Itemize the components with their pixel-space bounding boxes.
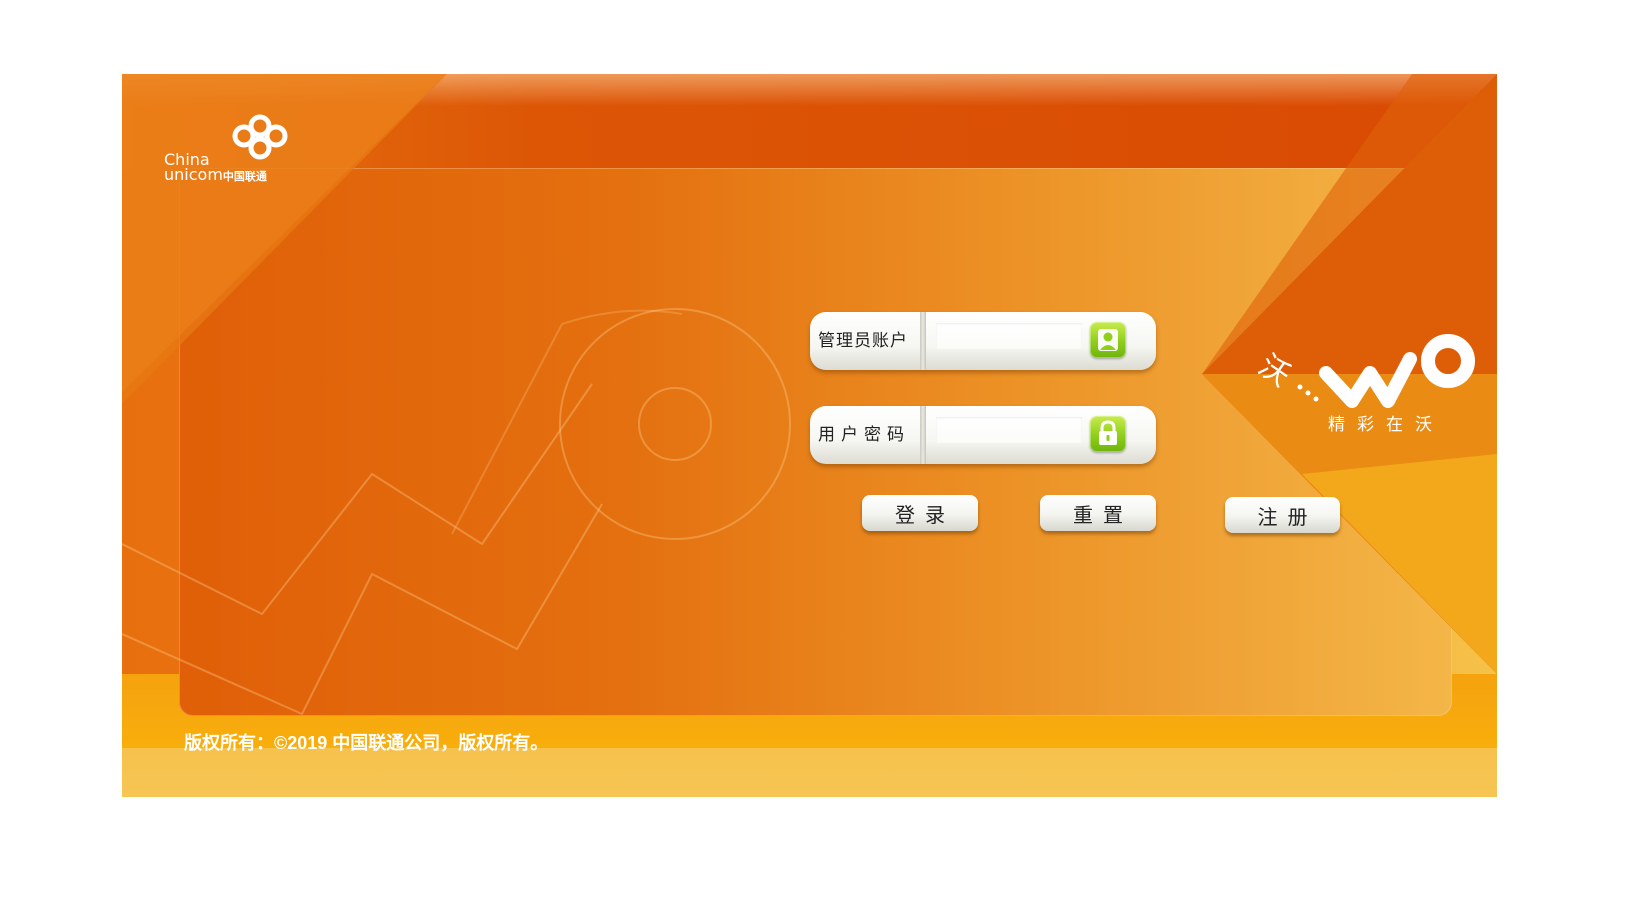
password-label: 用户密码	[818, 425, 910, 445]
password-row: 用户密码	[810, 406, 1156, 464]
user-icon	[1090, 322, 1126, 358]
wo-logo-char: 沃	[1252, 348, 1297, 394]
copyright-text: 版权所有：©2019 中国联通公司，版权所有。	[184, 733, 549, 753]
login-frame: China unicom中国联通 沃 精彩在沃 管理员账户 用户密码 登录 重置…	[122, 74, 1497, 797]
logo-text: China unicom中国联通	[164, 152, 267, 184]
logo-en-line2: unicom中国联通	[164, 165, 267, 184]
password-input[interactable]	[936, 417, 1082, 443]
register-button[interactable]: 注册	[1225, 497, 1340, 533]
lock-icon	[1090, 416, 1126, 452]
username-input[interactable]	[936, 323, 1082, 349]
logo-cn: 中国联通	[222, 170, 267, 183]
username-row: 管理员账户	[810, 312, 1156, 370]
reset-button[interactable]: 重置	[1040, 495, 1156, 531]
wo-slogan: 精彩在沃	[1328, 415, 1444, 435]
username-label: 管理员账户	[818, 331, 908, 351]
login-button[interactable]: 登录	[862, 495, 978, 531]
wo-brand-logo-icon: 沃	[1252, 334, 1475, 408]
field-divider	[920, 312, 926, 370]
field-divider	[920, 406, 926, 464]
